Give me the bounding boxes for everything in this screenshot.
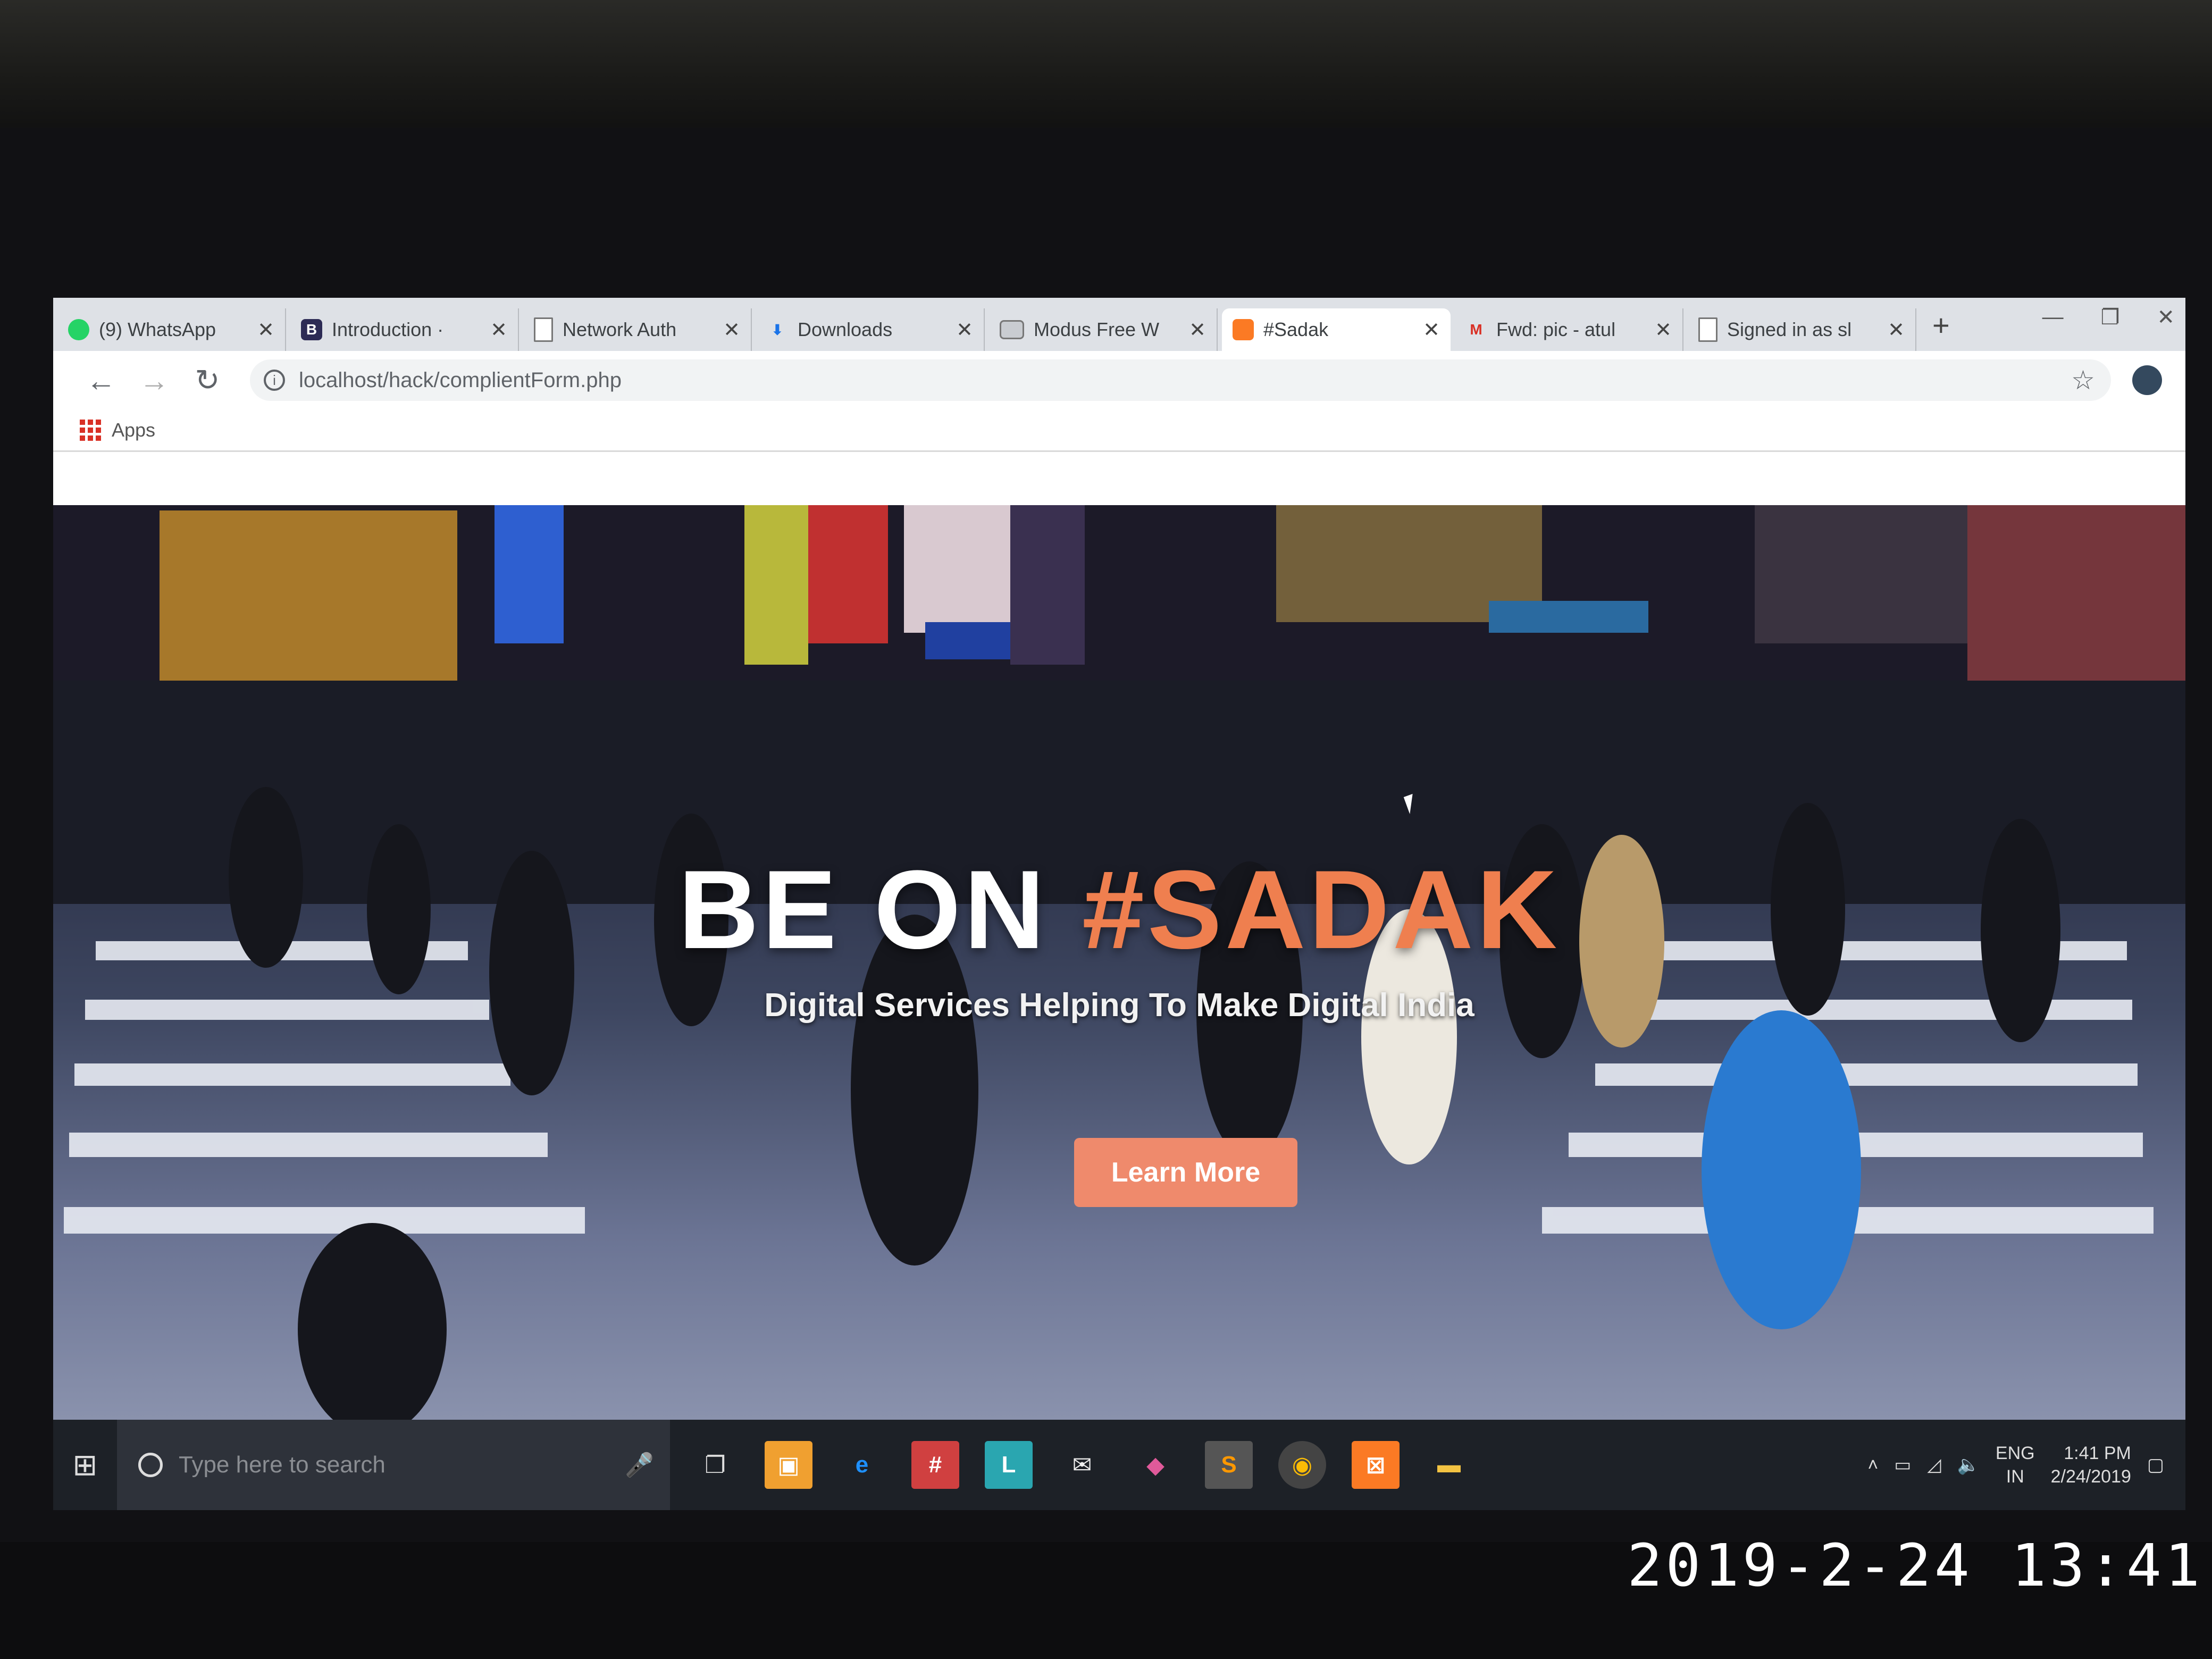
tab-title: Signed in as sl: [1727, 319, 1852, 340]
tab-title: Network Auth: [563, 319, 677, 340]
reload-icon[interactable]: ↻: [181, 363, 234, 398]
xampp-taskbar-icon[interactable]: ⊠: [1352, 1441, 1400, 1489]
close-icon[interactable]: ✕: [1423, 318, 1440, 342]
new-tab-button[interactable]: +: [1932, 308, 1950, 342]
forward-icon[interactable]: →: [128, 363, 181, 398]
page-icon: [1698, 317, 1717, 342]
file-explorer-icon[interactable]: ▬: [1425, 1441, 1473, 1489]
search-placeholder: Type here to search: [179, 1452, 386, 1478]
photo-timestamp: 2019-2-24 13:41: [1627, 1531, 2203, 1599]
page-icon: [534, 317, 553, 342]
close-icon[interactable]: ✕: [723, 318, 740, 342]
clock-time: 1:41 PM: [2064, 1443, 2131, 1463]
browser-toolbar: ← → ↻ i localhost/hack/complientForm.php…: [53, 351, 2185, 409]
bootstrap-icon: B: [301, 319, 322, 340]
minimize-icon[interactable]: —: [2042, 305, 2064, 330]
l-app-icon[interactable]: L: [985, 1441, 1033, 1489]
battery-icon[interactable]: ▭: [1894, 1454, 1911, 1476]
language-indicator[interactable]: ENG IN: [1996, 1442, 2035, 1488]
tab-network-auth[interactable]: Network Auth ✕: [523, 308, 752, 351]
store-icon[interactable]: ▣: [765, 1441, 812, 1489]
system-tray: ˄ ▭ ◿ 🔈 ENG IN 1:41 PM 2/24/2019 ▢: [1867, 1442, 2185, 1488]
close-icon[interactable]: ✕: [956, 318, 973, 342]
learn-more-button[interactable]: Learn More: [1074, 1138, 1297, 1207]
onenote-icon[interactable]: #: [911, 1441, 959, 1489]
tab-title: (9) WhatsApp: [99, 319, 216, 340]
room-background: [0, 0, 2212, 133]
sublime-icon[interactable]: S: [1205, 1441, 1253, 1489]
close-icon[interactable]: ✕: [257, 318, 274, 342]
edge-icon[interactable]: e: [838, 1441, 886, 1489]
close-window-icon[interactable]: ✕: [2157, 305, 2175, 330]
cortana-icon: [138, 1453, 163, 1477]
laptop-screen: (9) WhatsApp ✕ B Introduction · ✕ Networ…: [53, 298, 2185, 1510]
task-view-icon[interactable]: ❐: [691, 1441, 739, 1489]
whatsapp-icon: [68, 319, 89, 340]
tab-introduction[interactable]: B Introduction · ✕: [290, 308, 519, 351]
page-header-area: [53, 452, 2185, 505]
clock-date: 2/24/2019: [2050, 1467, 2131, 1487]
tab-whatsapp[interactable]: (9) WhatsApp ✕: [57, 308, 286, 351]
apps-bookmark[interactable]: Apps: [112, 419, 155, 441]
close-icon[interactable]: ✕: [1655, 318, 1672, 342]
taskbar-search-box[interactable]: Type here to search 🎤: [117, 1420, 670, 1510]
hero-title: BE ON #SADAK: [53, 845, 2185, 974]
tab-gmail[interactable]: M Fwd: pic - atul ✕: [1455, 308, 1683, 351]
hero-subtitle: Digital Services Helping To Make Digital…: [764, 987, 1474, 1024]
site-icon: [1000, 320, 1024, 339]
hero-title-accent: #SADAK: [1082, 847, 1561, 972]
windows-start-icon[interactable]: ⊞: [53, 1447, 117, 1482]
gmail-icon: M: [1470, 321, 1482, 338]
close-icon[interactable]: ✕: [490, 318, 507, 342]
wifi-icon[interactable]: ◿: [1927, 1454, 1941, 1476]
maps-icon[interactable]: ◆: [1132, 1441, 1179, 1489]
info-icon[interactable]: i: [264, 370, 285, 391]
address-bar[interactable]: i localhost/hack/complientForm.php ☆: [250, 359, 2111, 401]
hero-section: BE ON #SADAK Digital Services Helping To…: [53, 505, 2185, 1420]
tab-signed-in[interactable]: Signed in as sl ✕: [1688, 308, 1916, 351]
windows-taskbar: ⊞ Type here to search 🎤 ❐ ▣ e # L ✉ ◆ S …: [53, 1420, 2185, 1510]
bookmarks-bar: Apps: [53, 409, 2185, 452]
tab-title: Introduction ·: [332, 319, 444, 340]
tab-title: Downloads: [798, 319, 893, 340]
region-code: IN: [2006, 1467, 2024, 1487]
hero-title-white: BE ON: [678, 847, 1082, 972]
chevron-up-icon[interactable]: ˄: [1867, 1455, 1878, 1476]
close-icon[interactable]: ✕: [1888, 318, 1905, 342]
xampp-icon: [1233, 319, 1254, 340]
browser-tab-strip: (9) WhatsApp ✕ B Introduction · ✕ Networ…: [53, 298, 2185, 351]
window-controls: — ❐ ✕: [2042, 305, 2175, 330]
apps-grid-icon: [80, 419, 101, 441]
url-text: localhost/hack/complientForm.php: [299, 368, 622, 392]
close-icon[interactable]: ✕: [1189, 318, 1206, 342]
clock[interactable]: 1:41 PM 2/24/2019: [2051, 1442, 2131, 1488]
tab-downloads[interactable]: ⬇ Downloads ✕: [756, 308, 985, 351]
download-icon: ⬇: [771, 321, 784, 338]
tab-sadak[interactable]: #Sadak ✕: [1222, 308, 1451, 351]
notifications-icon[interactable]: ▢: [2147, 1454, 2164, 1476]
tab-modus[interactable]: Modus Free W ✕: [989, 308, 1218, 351]
tab-title: Modus Free W: [1034, 319, 1160, 340]
taskbar-apps: ❐ ▣ e # L ✉ ◆ S ◉ ⊠ ▬: [691, 1441, 1473, 1489]
tab-title: Fwd: pic - atul: [1496, 319, 1616, 340]
chrome-icon[interactable]: ◉: [1278, 1441, 1326, 1489]
volume-icon[interactable]: 🔈: [1957, 1454, 1980, 1476]
tab-title: #Sadak: [1263, 319, 1329, 340]
language-code: ENG: [1995, 1443, 2035, 1463]
microphone-icon[interactable]: 🎤: [625, 1451, 654, 1479]
restore-icon[interactable]: ❐: [2101, 305, 2120, 330]
mail-icon[interactable]: ✉: [1058, 1441, 1106, 1489]
bookmark-star-icon[interactable]: ☆: [2071, 365, 2095, 396]
profile-avatar[interactable]: [2132, 365, 2162, 395]
back-icon[interactable]: ←: [74, 363, 128, 398]
